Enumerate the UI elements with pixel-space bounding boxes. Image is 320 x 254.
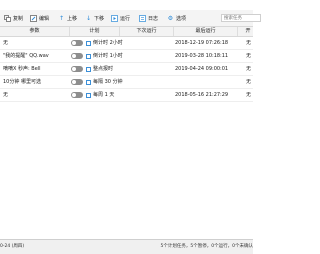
copy-icon	[4, 15, 11, 22]
row-extra: 无	[246, 92, 252, 98]
column-header-schedule[interactable]: 计划	[70, 27, 120, 36]
row-param: "我的提醒" QQ.wav	[3, 53, 49, 59]
row-param: 无	[3, 92, 9, 98]
log-label: 日志	[148, 16, 159, 22]
column-header-extra[interactable]: 开	[238, 27, 258, 36]
calendar-icon	[86, 79, 91, 85]
status-date: 0-24 (周四)	[0, 244, 25, 249]
column-header-param[interactable]: 参数	[0, 27, 70, 36]
edit-button[interactable]: 编辑	[30, 14, 49, 23]
task-toggle[interactable]	[71, 79, 83, 85]
row-schedule: 每隔 30 分钟	[93, 79, 123, 85]
arrow-down-icon: ↓	[85, 15, 92, 22]
row-last-run: 2019-03-28 10:18:11	[175, 53, 229, 59]
settings-icon: ⚙	[167, 15, 174, 22]
row-last-run	[175, 76, 237, 88]
move-up-label: 上移	[67, 16, 78, 22]
row-schedule: 每周 1 天	[93, 92, 115, 98]
column-header-last-run[interactable]: 最后运行	[174, 27, 238, 36]
edit-icon	[30, 15, 37, 22]
log-icon	[139, 15, 146, 22]
arrow-up-icon: ↑	[58, 15, 65, 22]
copy-label: 复制	[13, 16, 24, 22]
calendar-icon	[86, 92, 91, 98]
row-last-run: 2018-05-16 21:27:29	[175, 92, 229, 98]
row-param: 无	[3, 40, 9, 46]
log-button[interactable]: 日志	[139, 14, 158, 23]
task-toggle[interactable]	[71, 66, 83, 72]
row-param: 嘀嘀X 秒声: Bell	[3, 66, 41, 72]
task-toggle[interactable]	[71, 53, 83, 59]
table-row[interactable]: "我的提醒" QQ.wav 倒计时 1小时0 2019-03-28 10:18:…	[0, 50, 253, 63]
row-extra: 无	[246, 79, 252, 85]
options-button[interactable]: ⚙ 选项	[167, 14, 186, 23]
calendar-icon	[86, 40, 91, 46]
table-header: 参数 计划 下次运行 最后运行 开	[0, 27, 253, 37]
calendar-icon	[86, 66, 91, 72]
row-schedule: 整点报时	[93, 66, 114, 72]
table-row[interactable]: 10分钟 哪里可选 每隔 30 分钟 无	[0, 76, 253, 89]
row-schedule: 倒计时 2小时0	[93, 40, 123, 46]
task-toggle[interactable]	[71, 92, 83, 98]
row-schedule: 倒计时 1小时0	[93, 53, 123, 59]
row-last-run: 2019-04-24 09:00:01	[175, 66, 229, 72]
move-up-button[interactable]: ↑ 上移	[58, 14, 77, 23]
row-extra: 无	[246, 53, 252, 59]
table-row[interactable]: 无 倒计时 2小时0 2018-12-19 07:26:18 无	[0, 37, 253, 50]
run-button[interactable]: 运行	[111, 14, 130, 23]
move-down-button[interactable]: ↓ 下移	[85, 14, 104, 23]
edit-label: 编辑	[39, 16, 50, 22]
column-header-next-run[interactable]: 下次运行	[120, 27, 174, 36]
search-input[interactable]	[221, 14, 261, 22]
task-toggle[interactable]	[71, 40, 83, 46]
status-bar: 0-24 (周四) 5个计划任务，5个暂停，0个运行，0个未确认	[0, 239, 253, 254]
row-param: 10分钟 哪里可选	[3, 79, 41, 85]
copy-button[interactable]: 复制	[4, 14, 23, 23]
run-label: 运行	[120, 16, 131, 22]
row-extra: 无	[246, 66, 252, 72]
calendar-icon	[86, 53, 91, 59]
options-label: 选项	[176, 16, 187, 22]
toolbar: 复制 编辑 ↑ 上移 ↓ 下移 运行 日志 ⚙ 选项	[0, 10, 261, 27]
status-summary: 5个计划任务，5个暂停，0个运行，0个未确认	[160, 244, 253, 249]
run-icon	[111, 15, 118, 22]
move-down-label: 下移	[94, 16, 105, 22]
row-extra: 无	[246, 40, 252, 46]
table-row[interactable]: 嘀嘀X 秒声: Bell 整点报时 2019-04-24 09:00:01 无	[0, 63, 253, 76]
table-row[interactable]: 无 每周 1 天 2018-05-16 21:27:29 无	[0, 89, 253, 102]
row-last-run: 2018-12-19 07:26:18	[175, 40, 229, 46]
